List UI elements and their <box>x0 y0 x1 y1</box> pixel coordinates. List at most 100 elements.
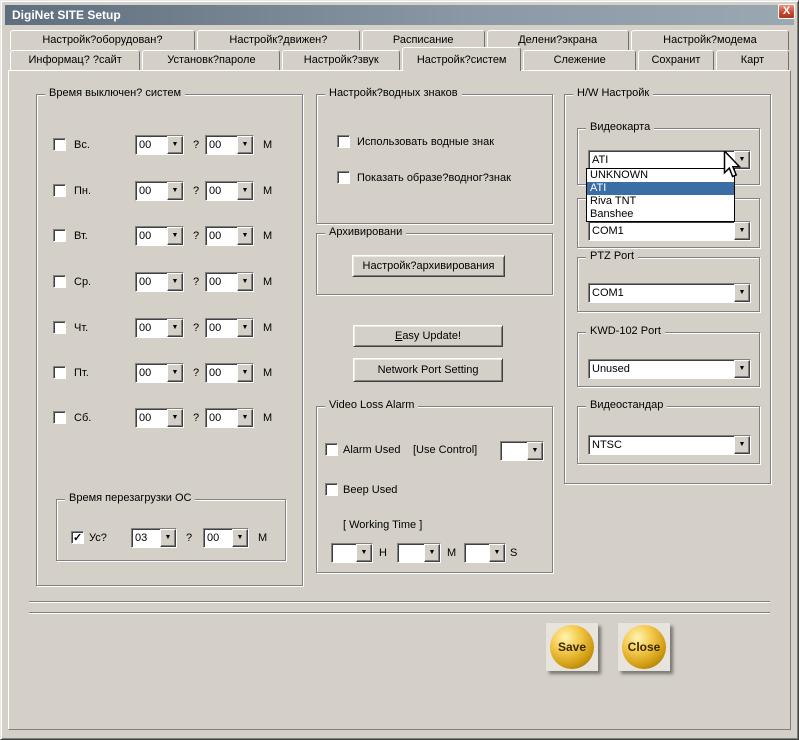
dropdown-arrow-icon[interactable]: ▼ <box>734 436 750 454</box>
dropdown-arrow-icon[interactable]: ▼ <box>734 360 750 378</box>
day-label: Вт. <box>74 230 88 242</box>
dropdown-arrow-icon[interactable]: ▼ <box>167 319 183 337</box>
tuesday-hour-select[interactable]: 00▼ <box>135 226 184 246</box>
monday-hour-select[interactable]: 00▼ <box>135 181 184 201</box>
tuesday-minute-select[interactable]: 00▼ <box>205 226 254 246</box>
wednesday-hour-select[interactable]: 00▼ <box>135 272 184 292</box>
dropdown-arrow-icon[interactable]: ▼ <box>167 182 183 200</box>
dropdown-arrow-icon[interactable]: ▼ <box>167 227 183 245</box>
dropdown-option[interactable]: UNKNOWN <box>587 169 734 182</box>
divider <box>29 612 770 614</box>
wednesday-checkbox[interactable] <box>53 275 66 288</box>
tab-save[interactable]: Сохранит <box>638 50 714 71</box>
shutdown-row-saturday: Сб. 00▼ ? 00▼ M <box>37 408 302 428</box>
sunday-checkbox[interactable] <box>53 138 66 151</box>
use-watermark-checkbox[interactable] <box>337 135 350 148</box>
wednesday-minute-select[interactable]: 00▼ <box>205 272 254 292</box>
dropdown-arrow-icon[interactable]: ▼ <box>237 273 253 291</box>
dropdown-arrow-icon[interactable]: ▼ <box>489 544 505 562</box>
dropdown-arrow-icon[interactable]: ▼ <box>160 529 176 547</box>
dropdown-option[interactable]: Riva TNT <box>587 195 734 208</box>
archive-settings-button[interactable]: Настройк?архивирования <box>352 255 505 277</box>
dropdown-arrow-icon[interactable]: ▼ <box>237 227 253 245</box>
tab-system-setup[interactable]: Настройк?систем <box>402 47 521 71</box>
close-window-button[interactable]: X <box>778 4 795 19</box>
reboot-minute-select[interactable]: 00▼ <box>203 528 249 548</box>
shutdown-row-wednesday: Ср. 00▼ ? 00▼ M <box>37 272 302 292</box>
group-title: Video Loss Alarm <box>325 399 418 411</box>
ptz-port-group: PTZ Port COM1▼ <box>577 257 760 312</box>
sunday-minute-select[interactable]: 00▼ <box>205 135 254 155</box>
dropdown-arrow-icon[interactable]: ▼ <box>167 273 183 291</box>
shutdown-row-friday: Пт. 00▼ ? 00▼ M <box>37 363 302 383</box>
thursday-checkbox[interactable] <box>53 321 66 334</box>
friday-minute-select[interactable]: 00▼ <box>205 363 254 383</box>
dropdown-arrow-icon[interactable]: ▼ <box>237 409 253 427</box>
kwd-102-port-group: KWD-102 Port Unused▼ <box>577 332 760 387</box>
kwd-102-port-select[interactable]: Unused▼ <box>588 359 751 379</box>
easy-update-button[interactable]: Easy Update! <box>353 325 503 347</box>
reboot-enabled-checkbox[interactable] <box>71 531 84 544</box>
dropdown-arrow-icon[interactable]: ▼ <box>237 136 253 154</box>
show-watermark-image-checkbox[interactable] <box>337 171 350 184</box>
shutdown-row-tuesday: Вт. 00▼ ? 00▼ M <box>37 226 302 246</box>
dropdown-arrow-icon[interactable]: ▼ <box>424 544 440 562</box>
dropdown-arrow-icon[interactable]: ▼ <box>167 136 183 154</box>
tab-site-info[interactable]: Информац? ?сайт <box>10 50 140 71</box>
alarm-control-select[interactable]: ▼ <box>500 441 544 461</box>
group-title: PTZ Port <box>586 250 638 262</box>
dropdown-arrow-icon[interactable]: ▼ <box>232 529 248 547</box>
port-select[interactable]: COM1▼ <box>588 221 751 241</box>
tab-modem-setup[interactable]: Настройк?модема <box>631 30 789 50</box>
tab-password-setup[interactable]: Установк?пароле <box>142 50 280 71</box>
dropdown-arrow-icon[interactable]: ▼ <box>167 409 183 427</box>
watermark-settings-group: Настройк?водных знаков Использовать водн… <box>316 94 553 224</box>
video-standard-select[interactable]: NTSC▼ <box>588 435 751 455</box>
working-time-second-select[interactable]: ▼ <box>464 543 506 563</box>
tab-motion-setup[interactable]: Настройк?движен? <box>197 30 360 50</box>
dropdown-option[interactable]: Banshee <box>587 208 734 221</box>
save-button-panel: Save <box>546 623 598 671</box>
dropdown-arrow-icon[interactable]: ▼ <box>237 364 253 382</box>
video-card-dropdown-list: UNKNOWN ATI Riva TNT Banshee <box>586 168 735 222</box>
friday-checkbox[interactable] <box>53 366 66 379</box>
day-label: Пт. <box>74 367 89 379</box>
working-time-hour-select[interactable]: ▼ <box>331 543 373 563</box>
close-button[interactable]: Close <box>622 625 666 669</box>
close-button-panel: Close <box>618 623 670 671</box>
tab-map[interactable]: Карт <box>716 50 789 71</box>
video-standard-group: Видеостандар NTSC▼ <box>577 406 760 464</box>
tab-hardware-setup[interactable]: Настройк?оборудован? <box>10 30 195 50</box>
beep-used-checkbox[interactable] <box>325 483 338 496</box>
tab-monitoring[interactable]: Слежение <box>523 50 636 71</box>
saturday-minute-select[interactable]: 00▼ <box>205 408 254 428</box>
thursday-minute-select[interactable]: 00▼ <box>205 318 254 338</box>
alarm-used-checkbox[interactable] <box>325 443 338 456</box>
monday-checkbox[interactable] <box>53 184 66 197</box>
save-button[interactable]: Save <box>550 625 594 669</box>
dropdown-arrow-icon[interactable]: ▼ <box>734 222 750 240</box>
dropdown-arrow-icon[interactable]: ▼ <box>237 319 253 337</box>
dropdown-arrow-icon[interactable]: ▼ <box>734 284 750 302</box>
saturday-hour-select[interactable]: 00▼ <box>135 408 184 428</box>
dropdown-arrow-icon[interactable]: ▼ <box>237 182 253 200</box>
monday-minute-select[interactable]: 00▼ <box>205 181 254 201</box>
tab-sound-setup[interactable]: Настройк?звук <box>282 50 399 71</box>
tuesday-checkbox[interactable] <box>53 229 66 242</box>
use-control-label: [Use Control] <box>413 444 477 456</box>
sunday-hour-select[interactable]: 00▼ <box>135 135 184 155</box>
shutdown-row-monday: Пн. 00▼ ? 00▼ M <box>37 181 302 201</box>
dropdown-arrow-icon[interactable]: ▼ <box>527 442 543 460</box>
network-port-setting-button[interactable]: Network Port Setting <box>353 358 503 382</box>
reboot-hour-select[interactable]: 03▼ <box>131 528 177 548</box>
saturday-checkbox[interactable] <box>53 411 66 424</box>
title-bar: DigiNet SITE Setup <box>5 5 794 25</box>
friday-hour-select[interactable]: 00▼ <box>135 363 184 383</box>
thursday-hour-select[interactable]: 00▼ <box>135 318 184 338</box>
working-time-minute-select[interactable]: ▼ <box>397 543 441 563</box>
dropdown-option-selected[interactable]: ATI <box>587 182 734 195</box>
dropdown-arrow-icon[interactable]: ▼ <box>167 364 183 382</box>
dropdown-arrow-icon[interactable]: ▼ <box>356 544 372 562</box>
ptz-port-select[interactable]: COM1▼ <box>588 283 751 303</box>
group-title: Видеостандар <box>586 399 667 411</box>
